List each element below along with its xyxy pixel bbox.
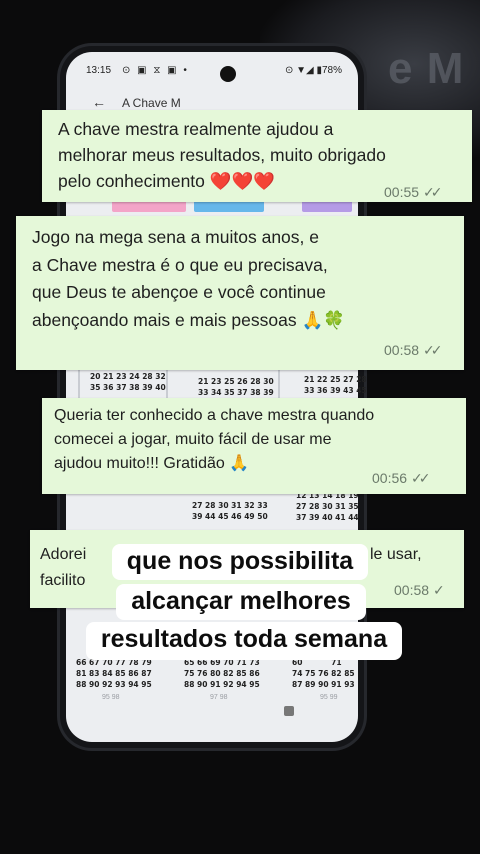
- caption-line-1: que nos possibilita: [112, 544, 368, 580]
- background-brand-text: e M: [388, 44, 465, 93]
- number-block-h: 60 71 74 75 76 82 85 87 89 90 91 93: [292, 658, 355, 689]
- caption-line-3: resultados toda semana: [86, 622, 402, 660]
- message-text: A chave mestra realmente ajudou a melhor…: [58, 119, 386, 191]
- number-block-b: 21 23 25 26 28 30 33 34 35 37 38 39: [198, 377, 274, 397]
- chat-bubble-2: Jogo na mega sena a muitos anos, e a Cha…: [16, 216, 464, 370]
- message-time: 00:58 ✓: [394, 582, 445, 599]
- message-time-text: 00:58: [394, 582, 430, 598]
- arrow-left-icon[interactable]: ←: [92, 94, 106, 110]
- chat-title: A Chave M: [122, 96, 181, 110]
- number-block-d: 27 28 30 31 32 33 39 44 45 46 49 50: [192, 501, 268, 521]
- message-time-text: 00:55: [384, 184, 420, 200]
- message-text-left: Adorei: [40, 546, 87, 563]
- number-block-f: 66 67 70 77 78 79 81 83 84 85 86 87 88 9…: [76, 658, 152, 689]
- chat-bubble-3: Queria ter conhecido a chave mestra quan…: [42, 398, 466, 494]
- double-check-icon: ✓✓: [411, 470, 431, 486]
- camera-hole: [220, 66, 236, 82]
- number-block-g: 65 66 69 70 71 73 75 76 80 82 85 86 88 9…: [184, 658, 260, 689]
- footer-number-b: 97 98: [210, 694, 228, 701]
- message-time: 00:56 ✓✓: [372, 470, 431, 487]
- message-text: Jogo na mega sena a muitos anos, e a Cha…: [32, 227, 346, 330]
- message-time: 00:55 ✓✓: [384, 184, 443, 201]
- status-time: 13:15: [86, 65, 112, 76]
- double-check-icon: ✓✓: [423, 184, 443, 200]
- message-text-right: le usar,: [370, 546, 422, 563]
- battery-signal-indicator: ⊙ ▼◢ ▮78%: [284, 65, 342, 76]
- number-block-e: 12 13 14 18 19 27 28 30 31 35 37 39 40 4…: [296, 491, 359, 522]
- footer-number-c: 95 99: [320, 694, 338, 701]
- message-time-text: 00:56: [372, 470, 408, 486]
- number-block-c: 21 22 25 27 28 33 36 39 43 45: [304, 375, 367, 395]
- chat-bubble-1: A chave mestra realmente ajudou a melhor…: [42, 110, 472, 202]
- double-check-icon: ✓✓: [423, 342, 443, 358]
- message-text-left-line2: facilito: [40, 572, 86, 589]
- footer-square-icon: [284, 706, 294, 716]
- caption-line-2: alcançar melhores: [116, 584, 366, 620]
- message-time-text: 00:58: [384, 342, 420, 358]
- notification-icons: ⊙ ▣ ⧖ ▣ •: [122, 65, 189, 76]
- check-icon: ✓: [433, 582, 445, 598]
- message-text: Queria ter conhecido a chave mestra quan…: [54, 407, 375, 472]
- footer-number-a: 95 98: [102, 694, 120, 701]
- number-block-a: 20 21 23 24 28 32 35 36 37 38 39 40: [90, 372, 166, 392]
- message-time: 00:58 ✓✓: [384, 342, 443, 359]
- status-bar: 13:15 ⊙ ▣ ⧖ ▣ • ⊙ ▼◢ ▮78%: [86, 64, 342, 82]
